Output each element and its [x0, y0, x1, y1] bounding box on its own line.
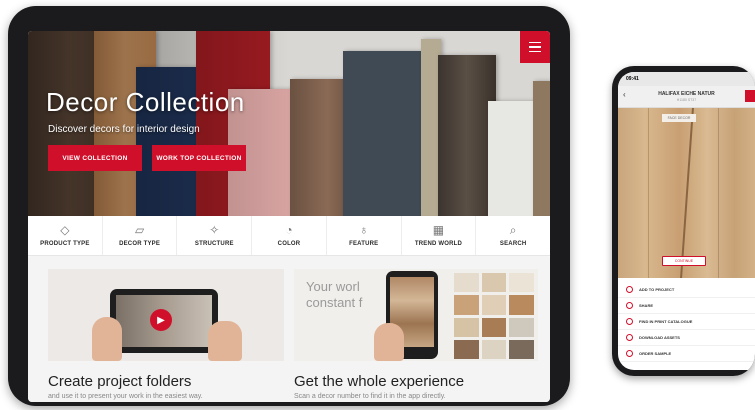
- phone-screen: 09:41 ‹ HALIFAX EICHE NATUR H1180 ST37 F…: [618, 72, 755, 370]
- phone-device: 09:41 ‹ HALIFAX EICHE NATUR H1180 ST37 F…: [612, 66, 755, 376]
- card-subtitle-project-folders: and use it to present your work in the e…: [48, 393, 203, 400]
- hamburger-menu-button[interactable]: [520, 31, 550, 63]
- cart-icon: [626, 350, 633, 357]
- decor-panel: [533, 81, 550, 216]
- swatch: [481, 295, 507, 315]
- category-nav: ◇ PRODUCT TYPE ▱ DECOR TYPE ✧ STRUCTURE …: [28, 216, 550, 256]
- nav-item-label: DECOR TYPE: [119, 241, 161, 247]
- swatch: [454, 295, 479, 315]
- menu-icon-line: [529, 41, 541, 44]
- share-icon: [626, 302, 633, 309]
- nav-item-product-type[interactable]: ◇ PRODUCT TYPE: [28, 216, 103, 255]
- search-icon: ⌕: [509, 223, 517, 237]
- structure-icon: ✧: [209, 223, 220, 237]
- nav-item-trend-world[interactable]: ▦ TREND WORLD: [402, 216, 477, 255]
- nav-item-color[interactable]: ◔ COLOR: [252, 216, 327, 255]
- card-title-project-folders: Create project folders: [48, 373, 192, 390]
- grid-icon: ▦: [432, 223, 445, 237]
- nav-item-label: SEARCH: [499, 241, 527, 247]
- phone-header: ‹ HALIFAX EICHE NATUR H1180 ST37: [618, 86, 755, 108]
- tablet-screen: Decor Collection Discover decors for int…: [28, 31, 550, 402]
- action-label: DOWNLOAD ASSETS: [639, 335, 680, 340]
- swatch: [509, 295, 534, 315]
- overlay-text-line: constant f: [306, 295, 363, 310]
- card-title-whole-experience: Get the whole experience: [294, 373, 465, 390]
- nav-item-label: PRODUCT TYPE: [40, 241, 90, 247]
- layers-icon: ◇: [60, 223, 70, 237]
- nav-item-label: COLOR: [277, 241, 301, 247]
- mini-tablet: ▶: [110, 289, 218, 353]
- wood-grain: [648, 108, 649, 278]
- card-subtitle-whole-experience: Scan a decor number to find it in the ap…: [294, 393, 446, 400]
- status-time: 09:41: [626, 76, 639, 82]
- action-find-in-catalogue[interactable]: FIND IN PRINT CATALOGUE: [618, 314, 755, 330]
- action-label: ADD TO PROJECT: [639, 287, 675, 292]
- menu-icon-line: [529, 46, 541, 48]
- continue-button[interactable]: CONTINUE: [662, 256, 706, 266]
- hero-subtitle: Discover decors for interior design: [48, 124, 200, 135]
- sample-swatches: [454, 273, 534, 359]
- download-icon: [626, 334, 633, 341]
- whole-experience-image: Your worl constant f: [294, 269, 538, 361]
- swatch: [509, 339, 534, 359]
- wood-crack: [680, 108, 694, 278]
- feature-cards: ▶ Create project folders and use it to p…: [28, 257, 550, 402]
- swatch: [454, 317, 479, 337]
- hand-left: [92, 317, 122, 361]
- swatch: [481, 273, 507, 293]
- tablet-device: Decor Collection Discover decors for int…: [8, 6, 570, 406]
- decor-code: H1180 ST37: [676, 98, 697, 102]
- catalogue-icon: [626, 318, 633, 325]
- action-order-sample[interactable]: ORDER SAMPLE: [618, 346, 755, 362]
- nav-item-decor-type[interactable]: ▱ DECOR TYPE: [103, 216, 178, 255]
- swatch: [481, 339, 507, 359]
- swatch: [481, 317, 507, 337]
- overlay-text-line: Your worl: [306, 279, 360, 294]
- action-add-to-project[interactable]: ADD TO PROJECT: [618, 282, 755, 298]
- swatch: [454, 273, 479, 293]
- nav-item-label: STRUCTURE: [194, 241, 234, 247]
- view-collection-button[interactable]: VIEW COLLECTION: [48, 145, 142, 171]
- feature-icon: ♁: [359, 223, 369, 237]
- hand-holding-phone: [374, 323, 404, 361]
- play-icon: ▶: [150, 309, 172, 331]
- wood-grain: [718, 108, 719, 278]
- decor-title: HALIFAX EICHE NATUR: [658, 91, 715, 97]
- phone-menu-button[interactable]: [745, 90, 755, 102]
- marketing-stage: Decor Collection Discover decors for int…: [0, 0, 755, 410]
- action-label: SHARE: [639, 303, 654, 308]
- action-share[interactable]: SHARE: [618, 298, 755, 314]
- nav-item-feature[interactable]: ♁ FEATURE: [327, 216, 402, 255]
- nav-item-structure[interactable]: ✧ STRUCTURE: [177, 216, 253, 255]
- decor-image-oak: FACE DECOR: [618, 108, 755, 278]
- action-download-assets[interactable]: DOWNLOAD ASSETS: [618, 330, 755, 346]
- add-icon: [626, 286, 633, 293]
- swatch: [509, 317, 534, 337]
- action-label: ORDER SAMPLE: [639, 351, 672, 356]
- action-list: ADD TO PROJECT SHARE FIND IN PRINT CATAL…: [618, 282, 755, 362]
- swatch: [509, 273, 534, 293]
- face-decor-tag: FACE DECOR: [662, 114, 696, 122]
- worktop-collection-button[interactable]: WORK TOP COLLECTION: [152, 145, 246, 171]
- action-label: FIND IN PRINT CATALOGUE: [639, 319, 693, 324]
- nav-item-search[interactable]: ⌕ SEARCH: [476, 216, 550, 255]
- hero-banner: Decor Collection Discover decors for int…: [28, 31, 550, 216]
- hand-right: [208, 321, 242, 361]
- project-folders-image: ▶: [48, 269, 284, 361]
- nav-item-label: FEATURE: [349, 241, 379, 247]
- panel-icon: ▱: [134, 223, 145, 237]
- decor-panel: [343, 51, 421, 216]
- color-fan-icon: ◔: [285, 223, 293, 237]
- swatch: [454, 339, 479, 359]
- hero-title: Decor Collection: [46, 87, 245, 117]
- nav-item-label: TREND WORLD: [414, 241, 463, 247]
- phone-status-bar: 09:41: [618, 72, 755, 86]
- menu-icon-line: [529, 50, 541, 53]
